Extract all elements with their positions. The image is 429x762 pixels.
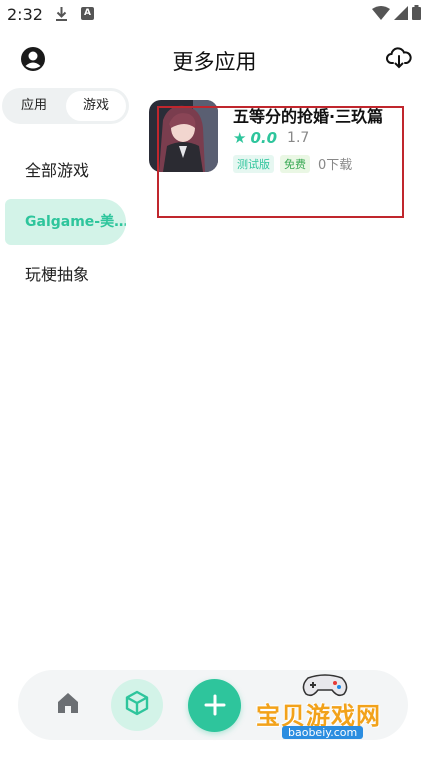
status-icons [372, 5, 421, 24]
battery-icon [412, 5, 421, 24]
highlight-box [157, 106, 404, 218]
segment-apps[interactable]: 应用 [4, 91, 64, 121]
cube-icon [124, 690, 150, 720]
sidebar-item-memes[interactable]: 玩梗抽象 [5, 252, 126, 298]
page-title: 更多应用 [172, 50, 257, 74]
cloud-download-icon[interactable] [386, 46, 412, 74]
segment-games[interactable]: 游戏 [66, 91, 126, 121]
sidebar-item-all-games[interactable]: 全部游戏 [5, 148, 126, 194]
home-icon[interactable] [56, 692, 80, 718]
sidebar-item-galgame[interactable]: Galgame-美… [5, 199, 126, 245]
app-notification-icon: A [81, 7, 94, 20]
status-bar: 2:32 A [0, 0, 429, 30]
add-button[interactable] [188, 679, 241, 732]
status-time: 2:32 [7, 5, 43, 24]
download-status-icon [55, 6, 68, 26]
header: 更多应用 [0, 40, 429, 80]
discover-button[interactable] [111, 679, 163, 731]
plus-icon [204, 694, 225, 716]
segment-toggle: 应用 游戏 [2, 88, 129, 124]
watermark: 宝贝游戏网 baobeiy.com [250, 672, 400, 750]
watermark-url: baobeiy.com [282, 726, 364, 739]
signal-icon [394, 5, 408, 24]
wifi-icon [372, 5, 390, 24]
